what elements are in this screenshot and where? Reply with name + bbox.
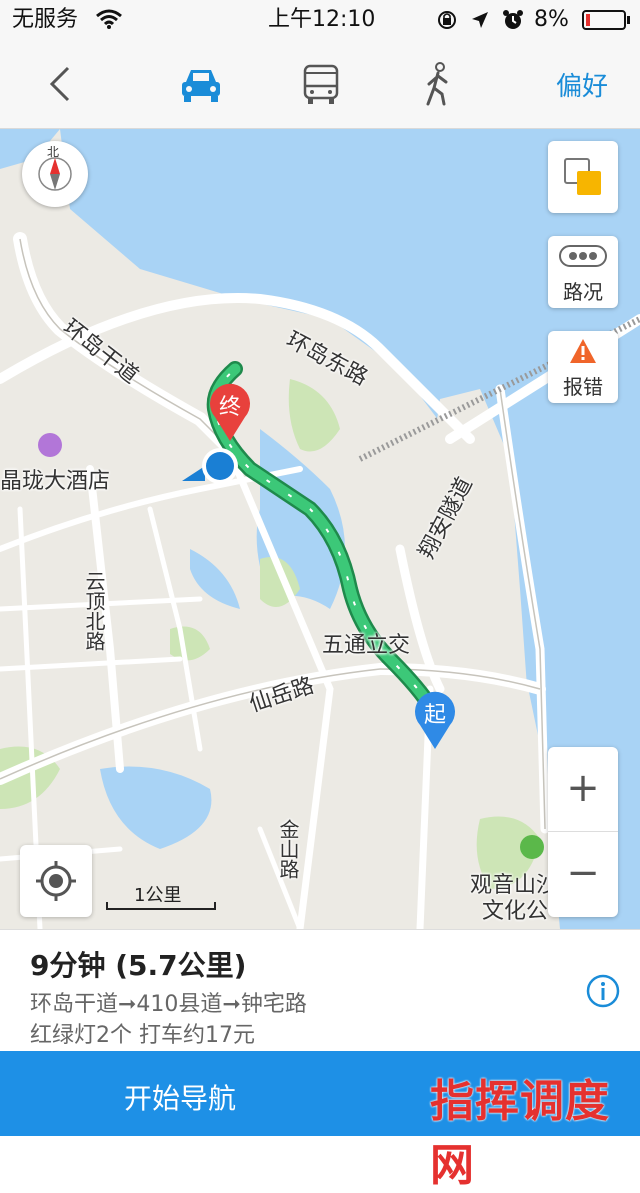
hotel-poi-icon[interactable]	[38, 433, 62, 457]
zoom-out-label: −	[566, 850, 600, 896]
status-bar: 无服务 上午12:10 8%	[0, 0, 640, 40]
zoom-in-button[interactable]: +	[548, 747, 618, 832]
park-poi-icon[interactable]	[520, 835, 544, 859]
traffic-button[interactable]: 路况	[548, 236, 618, 308]
battery-percent: 8%	[534, 7, 569, 32]
nav-bar: 偏好	[0, 40, 640, 129]
zoom-control: + −	[548, 747, 618, 917]
report-error-button[interactable]: 报错	[548, 331, 618, 403]
scale-bar	[106, 902, 216, 910]
traffic-icon	[559, 245, 607, 267]
poi-label-hotel: 晶珑大酒店	[0, 469, 111, 494]
end-marker-label: 终	[218, 395, 241, 420]
map-scale: 1公里	[106, 881, 216, 911]
bus-icon[interactable]	[296, 60, 346, 108]
start-navigation-button[interactable]: 开始导航 指挥调度网	[0, 1051, 640, 1191]
start-marker-label: 起	[423, 703, 446, 728]
compass[interactable]: 北	[22, 141, 88, 207]
warning-icon	[570, 339, 596, 363]
zoom-out-button[interactable]: −	[548, 832, 618, 917]
report-error-label: 报错	[563, 375, 603, 399]
road-label-yunding-beilu: 云顶北路	[82, 571, 106, 651]
car-icon[interactable]	[176, 60, 226, 108]
locate-icon	[36, 861, 76, 901]
road-label-jinshan: 金山路	[276, 819, 300, 879]
route-path: 环岛干道➞410县道➞钟宅路	[30, 992, 307, 1017]
zoom-in-label: +	[566, 765, 600, 811]
traffic-label: 路况	[563, 280, 603, 304]
poi-label-park-line2: 文化公	[482, 899, 549, 924]
watermark: 指挥调度网	[430, 1076, 610, 1191]
location-arrow-icon	[472, 12, 488, 28]
info-icon[interactable]	[586, 974, 620, 1008]
route-info-panel[interactable]: 9分钟 (5.7公里) 环岛干道➞410县道➞钟宅路 红绿灯2个 打车约17元	[0, 929, 640, 1052]
alarm-icon	[503, 10, 523, 29]
start-marker[interactable]: 起	[413, 689, 457, 751]
compass-needle-icon	[38, 157, 72, 191]
carrier-label: 无服务	[12, 7, 79, 32]
poi-label-wutong-interchange: 五通立交	[322, 633, 411, 658]
clock: 上午12:10	[268, 7, 376, 32]
wifi-icon	[96, 9, 122, 29]
end-marker[interactable]: 终	[207, 381, 253, 443]
walk-icon[interactable]	[414, 60, 464, 108]
layers-button[interactable]	[548, 141, 618, 213]
route-summary: 9分钟 (5.7公里)	[30, 949, 247, 982]
map-view[interactable]: 北 环岛干道 环岛东路 晶珑大酒店 云顶北路 翔安隧道 五通立交 仙岳路 金山路…	[0, 129, 640, 929]
preference-button[interactable]: 偏好	[556, 66, 608, 103]
map-base[interactable]	[0, 129, 640, 929]
rotation-lock-icon	[438, 11, 456, 29]
chevron-left-icon[interactable]	[38, 60, 88, 108]
start-navigation-label: 开始导航	[123, 1082, 236, 1115]
route-extra: 红绿灯2个 打车约17元	[30, 1023, 255, 1048]
locate-button[interactable]	[20, 845, 92, 917]
battery-low-icon	[582, 10, 630, 30]
layers-icon	[564, 158, 601, 195]
